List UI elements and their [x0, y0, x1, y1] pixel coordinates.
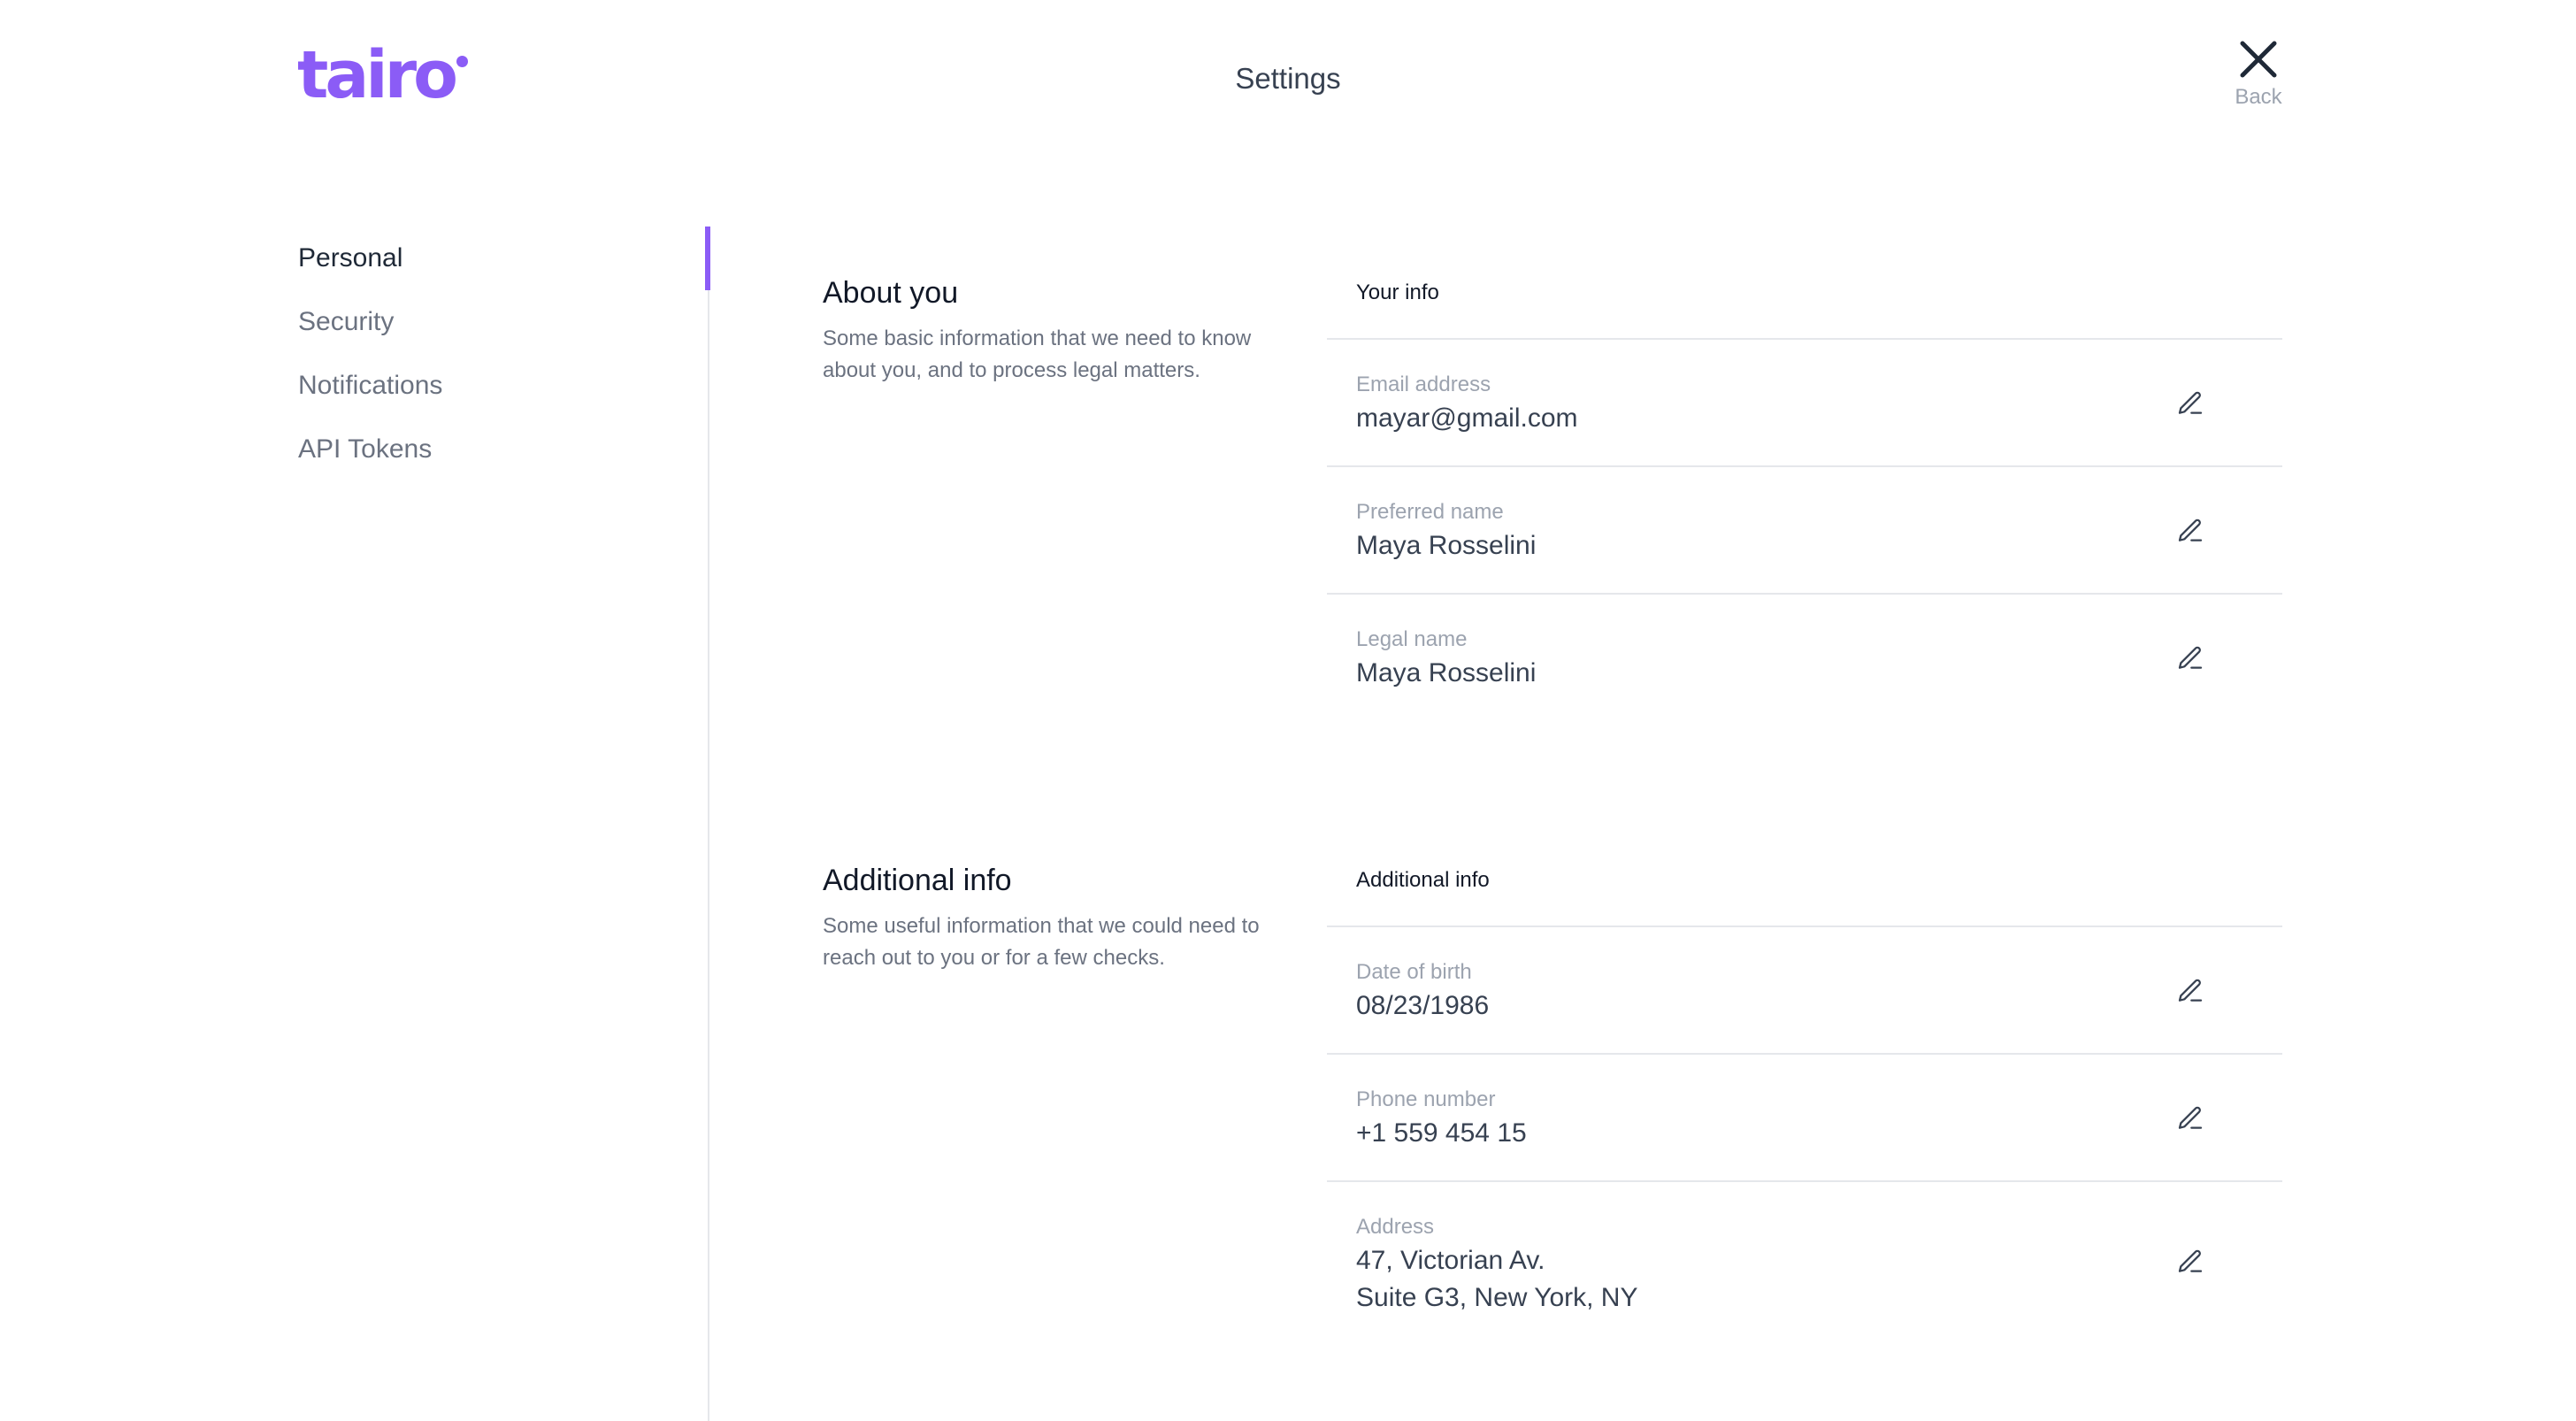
legal-name-field-row: Legal name Maya Rosselini: [1327, 595, 2282, 722]
card-title: Additional info: [1327, 835, 2282, 927]
pencil-icon: [2176, 644, 2204, 677]
page-title: Settings: [1235, 62, 1341, 95]
sidebar-item-label: Notifications: [298, 371, 443, 400]
field-value: Maya Rosselini: [1356, 531, 1537, 560]
field-value-line-1: 47, Victorian Av.: [1356, 1246, 1545, 1275]
field-value-line-2: Suite G3, New York, NY: [1356, 1283, 1638, 1312]
field-label: Date of birth: [1356, 960, 1472, 984]
sidebar-item-personal[interactable]: Personal: [298, 227, 705, 290]
section-description: Some basic information that we need to k…: [823, 326, 1252, 382]
pencil-icon: [2176, 1104, 2204, 1137]
email-field-row: Email address mayar@gmail.com: [1327, 340, 2282, 467]
section-description: Some useful information that we could ne…: [823, 914, 1260, 970]
back-label: Back: [2235, 85, 2282, 109]
preferred-name-field-row: Preferred name Maya Rosselini: [1327, 467, 2282, 595]
field-label: Email address: [1356, 373, 1491, 396]
sidebar-item-security[interactable]: Security: [298, 290, 705, 354]
your-info-card: Your info Email address mayar@gmail.com …: [1327, 248, 2282, 722]
field-value: +1 559 454 15: [1356, 1118, 1527, 1148]
edit-phone-number-button[interactable]: [2173, 1102, 2208, 1138]
field-label: Phone number: [1356, 1087, 1496, 1111]
settings-sidebar: Personal Security Notifications API Toke…: [298, 227, 705, 481]
sidebar-divider: [708, 227, 709, 1421]
additional-info-card: Additional info Date of birth 08/23/1986…: [1327, 835, 2282, 1334]
section-title: Additional info: [823, 864, 1012, 897]
sidebar-item-label: API Tokens: [298, 434, 433, 464]
edit-legal-name-button[interactable]: [2173, 642, 2208, 678]
address-field-row: Address 47, Victorian Av. Suite G3, New …: [1327, 1182, 2282, 1334]
pencil-icon: [2176, 517, 2204, 549]
field-value: 08/23/1986: [1356, 991, 1490, 1020]
pencil-icon: [2176, 389, 2204, 422]
active-indicator: [705, 227, 710, 290]
field-label: Preferred name: [1356, 500, 1504, 524]
sidebar-item-api-tokens[interactable]: API Tokens: [298, 418, 705, 481]
date-of-birth-field-row: Date of birth 08/23/1986: [1327, 927, 2282, 1055]
back-button[interactable]: Back: [2210, 39, 2307, 110]
sidebar-item-label: Security: [298, 307, 395, 336]
sidebar-item-label: Personal: [298, 243, 403, 273]
field-label: Address: [1356, 1215, 1435, 1239]
edit-date-of-birth-button[interactable]: [2173, 975, 2208, 1010]
card-title: Your info: [1327, 248, 2282, 340]
phone-number-field-row: Phone number +1 559 454 15: [1327, 1055, 2282, 1182]
edit-email-button[interactable]: [2173, 388, 2208, 423]
field-value: Maya Rosselini: [1356, 658, 1537, 687]
additional-intro: Additional info Some useful information …: [823, 864, 1283, 974]
field-value: mayar@gmail.com: [1356, 403, 1578, 433]
sidebar-item-notifications[interactable]: Notifications: [298, 354, 705, 418]
edit-address-button[interactable]: [2173, 1246, 2208, 1281]
close-icon: [2210, 39, 2307, 80]
about-intro: About you Some basic information that we…: [823, 276, 1283, 387]
section-title: About you: [823, 276, 959, 310]
edit-preferred-name-button[interactable]: [2173, 515, 2208, 550]
pencil-icon: [2176, 1248, 2204, 1280]
field-label: Legal name: [1356, 627, 1468, 651]
pencil-icon: [2176, 977, 2204, 1010]
